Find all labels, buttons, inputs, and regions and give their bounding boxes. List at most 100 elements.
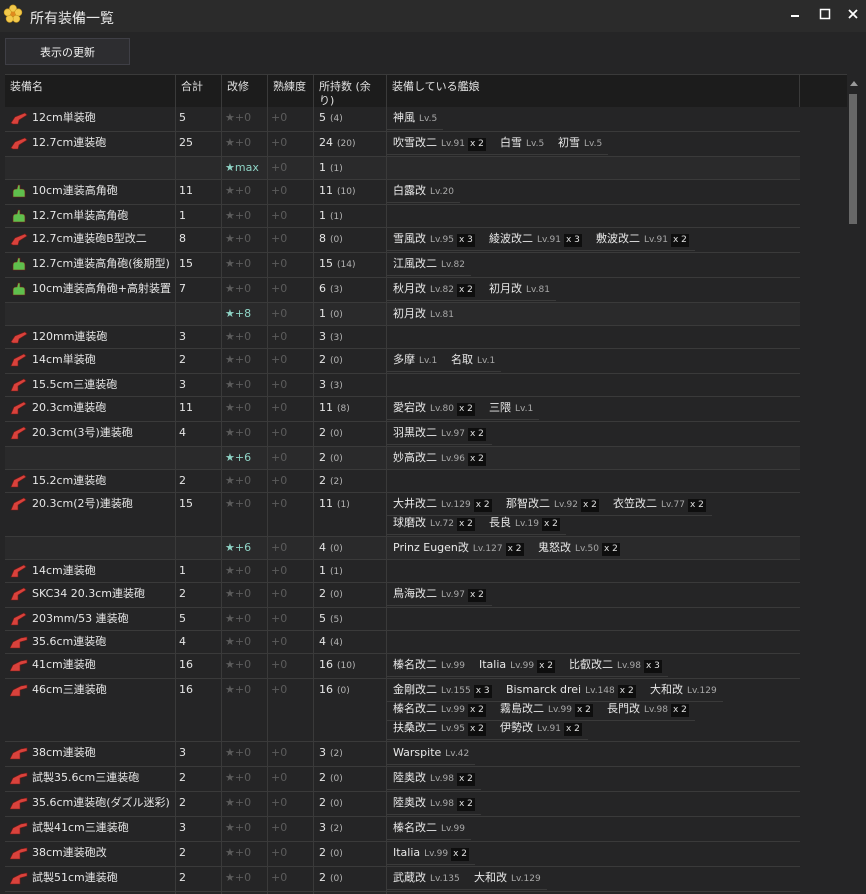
ship-entry[interactable]: 江風改二 Lv.82 bbox=[393, 257, 465, 272]
equip-count-badge: x 2 bbox=[505, 543, 524, 556]
ship-entry[interactable]: 秋月改 Lv.82 x 2 bbox=[393, 282, 475, 297]
table-row[interactable]: 41cm連装砲 16 ★+0 +0 16 (10) 榛名改二 Lv.99 Italia Lv.99… bbox=[5, 654, 800, 679]
ship-entry[interactable]: Italia Lv.99 x 2 bbox=[393, 846, 470, 861]
total-cell: 11 bbox=[176, 180, 222, 204]
refresh-button[interactable]: 表示の更新 bbox=[5, 38, 130, 65]
table-row[interactable]: 15.5cm三連装砲 3 ★+0 +0 3 (3) bbox=[5, 374, 800, 397]
maximize-icon[interactable] bbox=[817, 6, 833, 22]
ship-entry[interactable]: 榛名改二 Lv.99 bbox=[393, 658, 465, 673]
ship-entry[interactable]: 長門改 Lv.98 x 2 bbox=[607, 702, 689, 717]
ship-entry[interactable]: 榛名改二 Lv.99 bbox=[393, 821, 465, 836]
ship-entry[interactable]: 球磨改 Lv.72 x 2 bbox=[393, 516, 475, 531]
ship-entry[interactable]: 大和改 Lv.129 bbox=[650, 683, 717, 698]
ship-entry[interactable]: 長良 Lv.19 x 2 bbox=[489, 516, 560, 531]
ship-entry[interactable]: 扶桑改二 Lv.95 x 2 bbox=[393, 721, 486, 736]
table-row[interactable]: 38cm連装砲改 2 ★+0 +0 2 (0) Italia Lv.99 x 2 bbox=[5, 842, 800, 867]
ship-entry[interactable]: 衣笠改二 Lv.77 x 2 bbox=[613, 497, 706, 512]
ship-entry[interactable]: 那智改二 Lv.92 x 2 bbox=[506, 497, 599, 512]
ship-entry[interactable]: 三隈 Lv.1 bbox=[489, 401, 533, 416]
column-header-count[interactable]: 所持数 (余り) bbox=[314, 75, 387, 108]
scroll-thumb[interactable] bbox=[849, 94, 857, 224]
table-row[interactable]: 35.6cm連装砲(ダズル迷彩) 2 ★+0 +0 2 (0) 陸奥改 Lv.98 x 2 bbox=[5, 792, 800, 817]
column-header-total[interactable]: 合計 bbox=[176, 75, 222, 108]
table-subrow[interactable]: ★+6 +0 2 (0) 妙高改二 Lv.96 x 2 bbox=[5, 447, 800, 470]
gun-small-red-icon bbox=[10, 112, 28, 125]
ship-entry[interactable]: 伊勢改 Lv.91 x 2 bbox=[500, 721, 582, 736]
spare-count: (8) bbox=[337, 404, 350, 414]
ship-entry[interactable]: 陸奥改 Lv.98 x 2 bbox=[393, 771, 475, 786]
ship-entry[interactable]: 霧島改二 Lv.99 x 2 bbox=[500, 702, 593, 717]
table-row[interactable]: 12.7cm連装砲 25 ★+0 +0 24 (20) 吹雪改二 Lv.91 x 2 白雪 Lv.5… bbox=[5, 132, 800, 157]
table-row[interactable]: 35.6cm連装砲 4 ★+0 +0 4 (4) bbox=[5, 631, 800, 654]
ship-entry[interactable]: 初月改 Lv.81 bbox=[489, 282, 550, 297]
table-row[interactable]: 14cm単装砲 2 ★+0 +0 2 (0) 多摩 Lv.1 名取 Lv.1 bbox=[5, 349, 800, 374]
table-row[interactable]: 15.2cm連装砲 2 ★+0 +0 2 (2) bbox=[5, 470, 800, 493]
table-row[interactable]: 38cm連装砲 3 ★+0 +0 3 (2) Warspite Lv.42 bbox=[5, 742, 800, 767]
ship-entry[interactable]: 初月改 Lv.81 bbox=[393, 307, 454, 322]
table-subrow[interactable]: ★+6 +0 4 (0) Prinz Eugen改 Lv.127 x 2 鬼怒改 Lv.50 x … bbox=[5, 537, 800, 560]
ship-name: 長良 bbox=[489, 516, 511, 529]
ship-entry[interactable]: 金剛改二 Lv.155 x 3 bbox=[393, 683, 492, 698]
ship-entry[interactable]: 初雪 Lv.5 bbox=[558, 136, 602, 151]
table-row[interactable]: 試製51cm連装砲 2 ★+0 +0 2 (0) 武蔵改 Lv.135 大和改 Lv.129 bbox=[5, 867, 800, 892]
table-row[interactable]: 12.7cm連装砲B型改二 8 ★+0 +0 8 (0) 雪風改 Lv.95 x 3 綾波改二 Lv… bbox=[5, 228, 800, 253]
ship-entry[interactable]: 名取 Lv.1 bbox=[451, 353, 495, 368]
table-row[interactable]: 20.3cm連装砲 11 ★+0 +0 11 (8) 愛宕改 Lv.80 x 2 三隈 Lv.1 bbox=[5, 397, 800, 422]
ship-entry[interactable]: Italia Lv.99 x 2 bbox=[479, 658, 556, 673]
table-row[interactable]: 12.7cm連装高角砲(後期型) 15 ★+0 +0 15 (14) 江風改二 Lv.82 bbox=[5, 253, 800, 278]
ship-level: Lv.82 bbox=[441, 260, 465, 270]
ship-entry[interactable]: 武蔵改 Lv.135 bbox=[393, 871, 460, 886]
minimize-icon[interactable] bbox=[787, 6, 803, 22]
table-row[interactable]: 120mm連装砲 3 ★+0 +0 3 (3) bbox=[5, 326, 800, 349]
table-subrow[interactable]: ★+8 +0 1 (0) 初月改 Lv.81 bbox=[5, 303, 800, 326]
ship-entry[interactable]: Bismarck drei Lv.148 x 2 bbox=[506, 683, 636, 698]
table-row[interactable]: 203mm/53 連装砲 5 ★+0 +0 5 (5) bbox=[5, 608, 800, 631]
ship-name: 妙高改二 bbox=[393, 451, 437, 464]
gun-large-red-icon bbox=[10, 659, 28, 672]
ship-entry[interactable]: Prinz Eugen改 Lv.127 x 2 bbox=[393, 541, 524, 556]
ship-entry[interactable]: Warspite Lv.42 bbox=[393, 746, 469, 761]
ship-entry[interactable]: 鳥海改二 Lv.97 x 2 bbox=[393, 587, 486, 602]
name-cell: 12cm単装砲 bbox=[5, 107, 176, 131]
table-row[interactable]: 20.3cm(2号)連装砲 15 ★+0 +0 11 (1) 大井改二 Lv.129 x 2 那智… bbox=[5, 493, 800, 537]
ship-entry[interactable]: 神風 Lv.5 bbox=[393, 111, 437, 126]
table-row[interactable]: 10cm連装高角砲 11 ★+0 +0 11 (10) 白露改 Lv.20 bbox=[5, 180, 800, 205]
table-row[interactable]: 試製41cm三連装砲 3 ★+0 +0 3 (2) 榛名改二 Lv.99 bbox=[5, 817, 800, 842]
ship-entry[interactable]: 愛宕改 Lv.80 x 2 bbox=[393, 401, 475, 416]
ship-entry[interactable]: 羽黒改二 Lv.97 x 2 bbox=[393, 426, 486, 441]
table-row[interactable]: 46cm三連装砲 16 ★+0 +0 16 (0) 金剛改二 Lv.155 x 3 Bismarc… bbox=[5, 679, 800, 742]
close-icon[interactable] bbox=[845, 6, 861, 22]
table-row[interactable]: 12.7cm単装高角砲 1 ★+0 +0 1 (1) bbox=[5, 205, 800, 228]
column-header-improvement[interactable]: 改修 bbox=[222, 75, 268, 108]
column-header-ships[interactable]: 装備している艦娘 bbox=[387, 75, 800, 108]
table-subrow[interactable]: ★max +0 1 (1) bbox=[5, 157, 800, 180]
ship-entry[interactable]: 陸奥改 Lv.98 x 2 bbox=[393, 796, 475, 811]
ship-entry[interactable]: 白露改 Lv.20 bbox=[393, 184, 454, 199]
ship-entry[interactable]: 鬼怒改 Lv.50 x 2 bbox=[538, 541, 620, 556]
column-header-name[interactable]: 装備名 bbox=[5, 75, 176, 108]
count-value: 8 (0) bbox=[319, 232, 343, 245]
ship-entry[interactable]: 榛名改二 Lv.99 x 2 bbox=[393, 702, 486, 717]
ship-entry[interactable]: 比叡改二 Lv.98 x 3 bbox=[569, 658, 662, 673]
improvement-cell: ★+0 bbox=[222, 374, 268, 396]
ship-line-divider bbox=[387, 202, 460, 203]
table-row[interactable]: 14cm連装砲 1 ★+0 +0 1 (1) bbox=[5, 560, 800, 583]
ship-entry[interactable]: 雪風改 Lv.95 x 3 bbox=[393, 232, 475, 247]
table-row[interactable]: SKC34 20.3cm連装砲 2 ★+0 +0 2 (0) 鳥海改二 Lv.97 x 2 bbox=[5, 583, 800, 608]
ship-entry[interactable]: 敷波改二 Lv.91 x 2 bbox=[596, 232, 689, 247]
ship-entry[interactable]: 白雪 Lv.5 bbox=[500, 136, 544, 151]
equip-count-badge: x 2 bbox=[467, 589, 486, 602]
table-row[interactable]: 12cm単装砲 5 ★+0 +0 5 (4) 神風 Lv.5 bbox=[5, 107, 800, 132]
ship-entry[interactable]: 大和改 Lv.129 bbox=[474, 871, 541, 886]
table-row[interactable]: 試製35.6cm三連装砲 2 ★+0 +0 2 (0) 陸奥改 Lv.98 x 2 bbox=[5, 767, 800, 792]
ship-entry[interactable]: 妙高改二 Lv.96 x 2 bbox=[393, 451, 486, 466]
column-header-proficiency[interactable]: 熟練度 bbox=[268, 75, 314, 108]
proficiency-value: +0 bbox=[271, 184, 288, 197]
ship-entry[interactable]: 大井改二 Lv.129 x 2 bbox=[393, 497, 492, 512]
ship-entry[interactable]: 綾波改二 Lv.91 x 3 bbox=[489, 232, 582, 247]
table-row[interactable]: 10cm連装高角砲+高射装置 7 ★+0 +0 6 (3) 秋月改 Lv.82 x 2 初月改 Lv… bbox=[5, 278, 800, 303]
table-row[interactable]: 20.3cm(3号)連装砲 4 ★+0 +0 2 (0) 羽黒改二 Lv.97 x 2 bbox=[5, 422, 800, 447]
scroll-up-icon[interactable] bbox=[850, 80, 858, 86]
ship-entry[interactable]: 吹雪改二 Lv.91 x 2 bbox=[393, 136, 486, 151]
ship-entry[interactable]: 多摩 Lv.1 bbox=[393, 353, 437, 368]
